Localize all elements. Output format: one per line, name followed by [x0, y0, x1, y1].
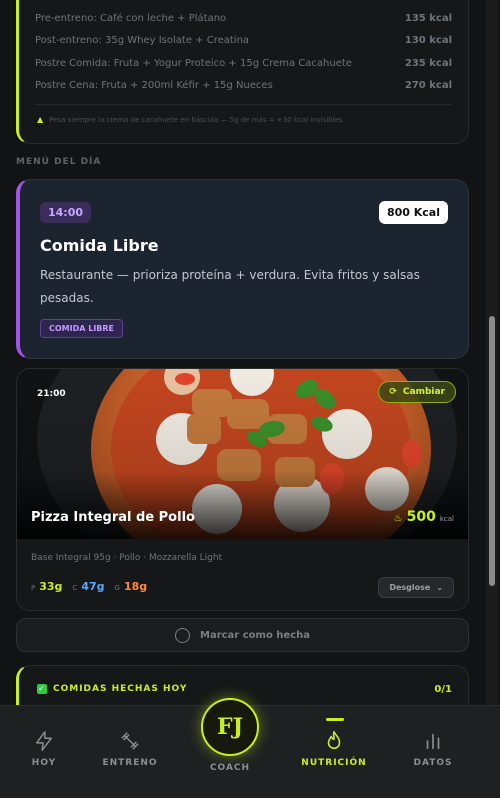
scrollbar-thumb[interactable] — [489, 316, 495, 586]
extra-label: Postre Cena: Fruta + 200ml Kéfir + 15g N… — [35, 79, 273, 91]
nav-label: DATOS — [413, 758, 453, 768]
meal-title: Comida Libre — [40, 236, 159, 255]
active-indicator — [326, 718, 344, 721]
coach-label: COACH — [209, 763, 251, 773]
extra-label: Pre-entreno: Café con leche + Plátano — [35, 12, 227, 24]
extra-label: Post-entreno: 35g Whey Isolate + Creatin… — [35, 34, 250, 46]
extra-kcal: 235 kcal — [404, 57, 452, 69]
bar-chart-icon — [426, 733, 440, 750]
completed-meals-title: COMIDAS HECHAS HOY — [53, 684, 188, 694]
section-title: MENÚ DEL DÍA — [16, 157, 102, 167]
meal-description: Restaurante — prioriza proteína + verdur… — [40, 268, 420, 305]
extras-card: Pre-entreno: Café con leche + Plátano 13… — [16, 0, 469, 144]
dumbbell-icon — [121, 732, 139, 750]
macro-protein: P 33g — [31, 580, 62, 593]
macro-value: 47g — [81, 580, 105, 593]
macro-key: P — [31, 584, 36, 592]
extra-row: Postre Cena: Fruta + 200ml Kéfir + 15g N… — [35, 74, 452, 96]
macro-carbs: C 47g — [72, 580, 104, 593]
breakdown-button[interactable]: Desglose ⌄ — [378, 577, 454, 598]
nav-label: HOY — [31, 758, 57, 768]
extra-label: Postre Comida: Fruta + Yogur Proteico + … — [35, 57, 352, 69]
checkbox-icon: ✓ — [37, 684, 47, 694]
breakdown-label: Desglose — [389, 583, 431, 592]
kcal-value: 500 — [406, 509, 436, 525]
meal-ingredients: Base Integral 95g · Pollo · Mozzarella L… — [31, 553, 223, 563]
kcal-unit: kcal — [439, 515, 454, 523]
note-text: Pesa siempre la crema de cacahuete en bá… — [49, 115, 343, 124]
extra-kcal: 270 kcal — [404, 79, 452, 91]
macro-fat: G 18g — [115, 580, 148, 593]
flame-icon: ♨ — [393, 513, 403, 524]
coach-logo-icon: FJ — [216, 714, 244, 740]
completed-meals-label: ✓ COMIDAS HECHAS HOY — [37, 684, 187, 694]
macro-value: 33g — [39, 580, 63, 593]
macro-value: 18g — [123, 580, 148, 593]
mark-done-button[interactable]: Marcar como hecha — [16, 618, 469, 652]
swap-meal-button[interactable]: ⟳ Cambiar — [378, 381, 456, 403]
warning-icon: ▲ — [37, 115, 44, 124]
bolt-icon — [35, 731, 53, 751]
macro-key: C — [72, 584, 78, 592]
divider — [35, 104, 452, 105]
meal-title: Pizza Integral de Pollo — [31, 510, 195, 525]
extra-kcal: 135 kcal — [404, 12, 452, 24]
nav-entreno[interactable]: ENTRENO — [90, 730, 170, 768]
nav-nutricion[interactable]: NUTRICIÓN — [294, 730, 374, 768]
nav-hoy[interactable]: HOY — [4, 730, 84, 768]
extra-kcal: 130 kcal — [404, 34, 452, 46]
swap-icon: ⟳ — [389, 387, 397, 397]
flame-icon — [327, 731, 341, 750]
nav-label: ENTRENO — [102, 758, 158, 768]
meal-kcal: ♨ 500 kcal — [394, 509, 454, 525]
meal-time: 21:00 — [37, 389, 66, 399]
coach-button[interactable]: FJ — [201, 698, 259, 756]
macro-key: G — [114, 584, 120, 592]
extra-row: Pre-entreno: Café con leche + Plátano 13… — [35, 7, 452, 29]
macros: P 33g C 47g G 18g — [31, 580, 147, 593]
nav-label: NUTRICIÓN — [301, 758, 367, 768]
extra-row: Postre Comida: Fruta + Yogur Proteico + … — [35, 52, 452, 74]
mark-done-label: Marcar como hecha — [200, 629, 310, 641]
meal-time: 14:00 — [40, 202, 92, 223]
chevron-down-icon: ⌄ — [436, 583, 443, 592]
meal-tag: COMIDA LIBRE — [40, 319, 124, 338]
meal-card-pizza[interactable]: 21:00 ⟳ Cambiar Pizza Integral de Pollo … — [16, 368, 469, 611]
completed-meals-count: 0/1 — [434, 684, 452, 695]
circle-icon — [175, 627, 190, 643]
nav-datos[interactable]: DATOS — [393, 730, 473, 768]
swap-label: Cambiar — [402, 387, 445, 397]
meal-kcal-badge: 800 Kcal — [378, 201, 448, 224]
bottom-nav: HOY ENTRENO FJ COACH NUTRICIÓN DATOS — [0, 698, 500, 798]
extra-row: Post-entreno: 35g Whey Isolate + Creatin… — [35, 29, 452, 51]
extras-note: ▲ Pesa siempre la crema de cacahuete en … — [37, 115, 343, 124]
meal-card-libre[interactable]: 14:00 800 Kcal Comida Libre Restaurante … — [16, 179, 469, 359]
